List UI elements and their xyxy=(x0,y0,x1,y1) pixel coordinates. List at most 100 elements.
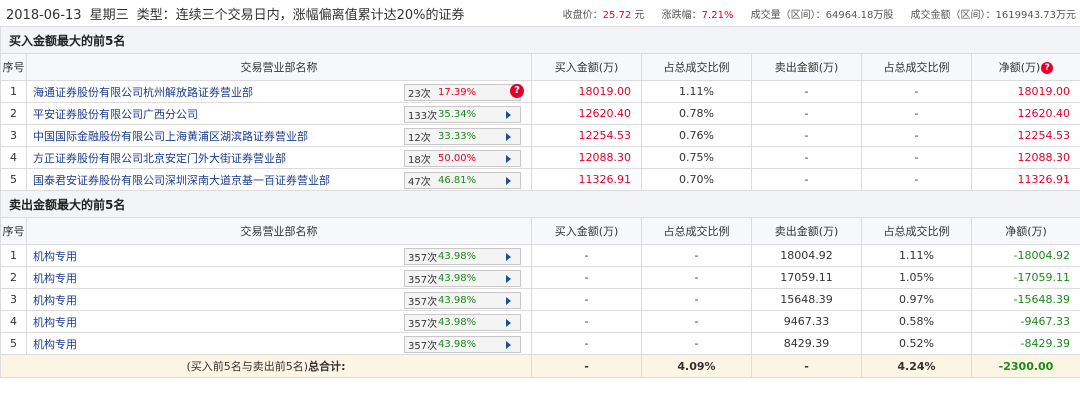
summary-right: 收盘价：25.72 元 涨跌幅：7.21% 成交量（区间）：64964.18万股… xyxy=(549,6,1076,21)
buy-amount: - xyxy=(531,266,642,289)
buy-amount: 12620.40 xyxy=(531,102,642,125)
question-icon[interactable]: ? xyxy=(1041,62,1054,74)
total-net: -2300.00 xyxy=(970,354,1080,378)
sell-amount: - xyxy=(751,102,862,125)
broker-cell: 机构专用 357次 43.98% xyxy=(26,310,532,333)
table-row: 1 海通证券股份有限公司杭州解放路证券营业部 23次 17.39%? 18019.00 1… xyxy=(0,80,1080,103)
broker-cell: 机构专用 357次 43.98% xyxy=(26,288,532,311)
broker-link[interactable]: 机构专用 xyxy=(33,316,77,329)
sell-amount: - xyxy=(751,168,862,191)
broker-cell: 平安证券股份有限公司广西分公司 133次 35.34% xyxy=(26,102,532,125)
total-buy: - xyxy=(531,354,642,378)
buy-ratio: 0.78% xyxy=(641,102,752,125)
play-icon[interactable] xyxy=(506,252,511,261)
buy-ratio: - xyxy=(641,332,752,355)
play-icon[interactable] xyxy=(506,274,511,283)
sell-column-headers: 序号 交易营业部名称 买入金额(万) 占总成交比例 卖出金额(万) 占总成交比例… xyxy=(0,217,1080,245)
play-icon[interactable] xyxy=(506,154,511,163)
col-sell-ratio: 占总成交比例 xyxy=(861,217,972,245)
broker-link[interactable]: 平安证券股份有限公司广西分公司 xyxy=(33,108,198,121)
row-number: 3 xyxy=(0,288,27,311)
broker-link[interactable]: 方正证券股份有限公司北京安定门外大街证券营业部 xyxy=(33,152,286,165)
broker-cell: 国泰君安证券股份有限公司深圳深南大道京基一百证券营业部 47次 46.81% xyxy=(26,168,532,191)
broker-stats[interactable]: 357次 43.98% xyxy=(404,314,521,331)
win-rate: 50.00% xyxy=(438,153,477,164)
broker-link[interactable]: 机构专用 xyxy=(33,294,77,307)
table-row: 4 机构专用 357次 43.98% - -9467.33 0.58% -9467.33 xyxy=(0,310,1080,333)
broker-link[interactable]: 中国国际金融股份有限公司上海黄浦区湖滨路证券营业部 xyxy=(33,130,308,143)
broker-link[interactable]: 海通证券股份有限公司杭州解放路证券营业部 xyxy=(33,86,253,99)
col-sell-ratio: 占总成交比例 xyxy=(861,53,972,81)
broker-link[interactable]: 国泰君安证券股份有限公司深圳深南大道京基一百证券营业部 xyxy=(33,174,330,187)
win-rate: 43.98% xyxy=(438,317,477,328)
broker-link[interactable]: 机构专用 xyxy=(33,338,77,351)
broker-stats[interactable]: 12次 33.33% xyxy=(404,128,521,145)
sell-ratio: - xyxy=(861,124,972,147)
change-pct: 涨跌幅：7.21% xyxy=(661,9,734,21)
broker-link[interactable]: 机构专用 xyxy=(33,272,77,285)
volume: 成交量（区间）：64964.18万股 xyxy=(750,9,894,21)
net-amount: -9467.33 xyxy=(970,310,1080,333)
broker-cell: 海通证券股份有限公司杭州解放路证券营业部 23次 17.39%? xyxy=(26,80,532,103)
buy-ratio: 0.70% xyxy=(641,168,752,191)
broker-cell: 机构专用 357次 43.98% xyxy=(26,266,532,289)
net-amount: -18004.92 xyxy=(970,244,1080,267)
row-number: 5 xyxy=(0,168,27,191)
broker-stats[interactable]: 357次 43.98% xyxy=(404,270,521,287)
trade-date: 2018-06-13 xyxy=(6,7,82,23)
win-rate: 43.98% xyxy=(438,251,477,262)
question-icon[interactable]: ? xyxy=(510,84,524,98)
appearance-count: 18次 xyxy=(408,155,431,166)
table-row: 4 方正证券股份有限公司北京安定门外大街证券营业部 18次 50.00% 12088.3… xyxy=(0,146,1080,169)
play-icon[interactable] xyxy=(506,296,511,305)
buy-ratio: 1.11% xyxy=(641,80,752,103)
col-name: 交易营业部名称 xyxy=(26,53,532,81)
buy-ratio: - xyxy=(641,266,752,289)
win-rate: 46.81% xyxy=(438,175,477,186)
col-no: 序号 xyxy=(0,217,27,245)
sell-section-header: 卖出金额最大的前5名 xyxy=(0,190,1080,218)
broker-cell: 机构专用 357次 43.98% xyxy=(26,332,532,355)
sell-amount: 8429.39 xyxy=(751,332,862,355)
broker-stats[interactable]: 23次 17.39%? xyxy=(404,84,524,101)
win-rate: 43.98% xyxy=(438,339,477,350)
play-icon[interactable] xyxy=(506,318,511,327)
broker-cell: 机构专用 357次 43.98% xyxy=(26,244,532,267)
sell-amount: 9467.33 xyxy=(751,310,862,333)
buy-ratio: 0.76% xyxy=(641,124,752,147)
amount: 成交金额（区间）：1619943.73万元 xyxy=(910,9,1076,21)
play-icon[interactable] xyxy=(506,132,511,141)
row-number: 2 xyxy=(0,102,27,125)
col-name: 交易营业部名称 xyxy=(26,217,532,245)
broker-stats[interactable]: 357次 43.98% xyxy=(404,248,521,265)
play-icon[interactable] xyxy=(506,340,511,349)
table-row: 5 国泰君安证券股份有限公司深圳深南大道京基一百证券营业部 47次 46.81% 113… xyxy=(0,168,1080,191)
col-buy-ratio: 占总成交比例 xyxy=(641,217,752,245)
table-row: 2 平安证券股份有限公司广西分公司 133次 35.34% 12620.40 0.78% -… xyxy=(0,102,1080,125)
sell-ratio: 0.52% xyxy=(861,332,972,355)
broker-stats[interactable]: 357次 43.98% xyxy=(404,292,521,309)
sell-amount: 17059.11 xyxy=(751,266,862,289)
net-amount: 11326.91 xyxy=(970,168,1080,191)
sell-amount: 15648.39 xyxy=(751,288,862,311)
sell-ratio: 0.97% xyxy=(861,288,972,311)
buy-column-headers: 序号 交易营业部名称 买入金额(万) 占总成交比例 卖出金额(万) 占总成交比例… xyxy=(0,53,1080,81)
dragon-tiger-table: 买入金额最大的前5名 序号 交易营业部名称 买入金额(万) 占总成交比例 卖出金… xyxy=(0,26,1080,378)
buy-amount: - xyxy=(531,310,642,333)
net-amount: -8429.39 xyxy=(970,332,1080,355)
broker-cell: 中国国际金融股份有限公司上海黄浦区湖滨路证券营业部 12次 33.33% xyxy=(26,124,532,147)
row-number: 3 xyxy=(0,124,27,147)
table-row: 2 机构专用 357次 43.98% - -17059.11 1.05% -17059.11 xyxy=(0,266,1080,289)
play-icon[interactable] xyxy=(506,176,511,185)
buy-ratio: - xyxy=(641,310,752,333)
win-rate: 35.34% xyxy=(438,109,477,120)
broker-stats[interactable]: 47次 46.81% xyxy=(404,172,521,189)
broker-stats[interactable]: 357次 43.98% xyxy=(404,336,521,353)
sell-ratio: 1.05% xyxy=(861,266,972,289)
type-label: 类型：连续三个交易日内，涨幅偏离值累计达20%的证券 xyxy=(136,7,465,23)
play-icon[interactable] xyxy=(506,110,511,119)
broker-link[interactable]: 机构专用 xyxy=(33,250,77,263)
broker-stats[interactable]: 133次 35.34% xyxy=(404,106,521,123)
buy-amount: 18019.00 xyxy=(531,80,642,103)
broker-stats[interactable]: 18次 50.00% xyxy=(404,150,521,167)
